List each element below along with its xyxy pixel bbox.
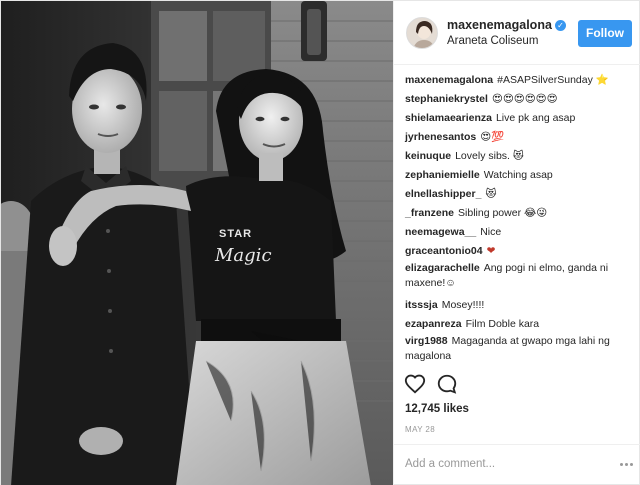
comment-username[interactable]: shielamaearienza [405,112,492,124]
avatar[interactable] [406,17,438,49]
heart-outline-icon[interactable] [404,373,426,395]
comment-username[interactable]: neemagewa__ [405,226,476,238]
comment-username[interactable]: keinuque [405,150,451,162]
comment-text: Nice [480,226,502,238]
like-icon-graphic [404,374,426,394]
speech-bubble-icon[interactable] [436,373,458,395]
photo-illustration: STAR Magic [1,1,393,485]
comment-text: 😻 [485,188,497,200]
comment-username[interactable]: elnellashipper_ [405,188,481,200]
post-header: maxenemagalona ✓ Araneta Coliseum Follow [394,1,640,65]
comment-item: shielamaearienza Live pk ang asap [405,109,637,127]
comment-text: 😍💯 [480,131,505,143]
comment-text: Sibling power 😂😜 [458,207,548,219]
comment-item: maxenemagalona #ASAPSilverSunday ⭐ [405,71,637,89]
comment-text: Watching asap [483,169,553,181]
comment-text: #ASAPSilverSunday ⭐ [497,74,609,86]
comment-item: zephaniemielle Watching asap [405,166,637,184]
add-comment-row [394,444,640,485]
header-username-row: maxenemagalona ✓ [447,18,566,32]
comment-text: 😍😍😍😍😍😍 [491,93,558,105]
post-sidebar: maxenemagalona ✓ Araneta Coliseum Follow … [393,1,640,485]
comment-text: Lovely sibs. 😻 [455,150,524,162]
avatar-image [407,18,437,48]
verified-badge-icon: ✓ [554,20,566,31]
comment-item: graceantonio04 ❤ [405,242,637,260]
svg-text:Magic: Magic [214,245,272,266]
comment-text: ❤ [486,245,496,257]
comment-username[interactable]: stephaniekrystel [405,93,488,105]
follow-button[interactable]: Follow [578,20,632,47]
comment-item: _franzene Sibling power 😂😜 [405,204,637,222]
comment-username[interactable]: virg1988 [405,335,448,347]
post-photo[interactable]: STAR Magic [1,1,393,485]
comment-text: Live pk ang asap [495,112,576,124]
comment-item: keinuque Lovely sibs. 😻 [405,147,637,165]
comment-item: jyrhenesantos 😍💯 [405,128,637,146]
comment-text: Film Doble kara [465,318,540,330]
svg-text:STAR: STAR [219,228,252,240]
action-bar [394,369,640,399]
comment-icon-graphic [437,374,457,394]
post-date: MAY 28 [405,425,436,434]
comment-list: maxenemagalona #ASAPSilverSunday ⭐ stepha… [405,71,637,369]
comment-username[interactable]: maxenemagalona [405,74,493,86]
add-comment-input[interactable] [405,454,605,474]
comment-username[interactable]: itsssja [405,299,438,311]
like-count[interactable]: 12,745 likes [405,403,469,415]
comment-item: stephaniekrystel 😍😍😍😍😍😍 [405,90,637,108]
comment-text: Mosey!!!! [441,299,485,311]
instagram-post: STAR Magic maxenemagalona ✓ Araneta Coli… [0,0,640,485]
comment-username[interactable]: _franzene [405,207,454,219]
comment-item: ezapanreza Film Doble kara [405,315,637,333]
comment-item: virg1988 Magaganda at gwapo mga lahi ng m… [405,334,637,364]
comment-username[interactable]: elizagarachelle [405,262,480,274]
comment-username[interactable]: zephaniemielle [405,169,480,181]
comment-username[interactable]: jyrhenesantos [405,131,476,143]
comment-username[interactable]: ezapanreza [405,318,462,330]
header-username[interactable]: maxenemagalona [447,18,552,32]
post-location[interactable]: Araneta Coliseum [447,35,538,47]
comment-item: neemagewa__ Nice [405,223,637,241]
comment-username[interactable]: graceantonio04 [405,245,483,257]
comment-item: elizagarachelle Ang pogi ni elmo, ganda n… [405,261,637,291]
comment-item: itsssja Mosey!!!! [405,296,637,314]
comment-item: elnellashipper_ 😻 [405,185,637,203]
ellipsis-icon[interactable] [620,457,634,471]
